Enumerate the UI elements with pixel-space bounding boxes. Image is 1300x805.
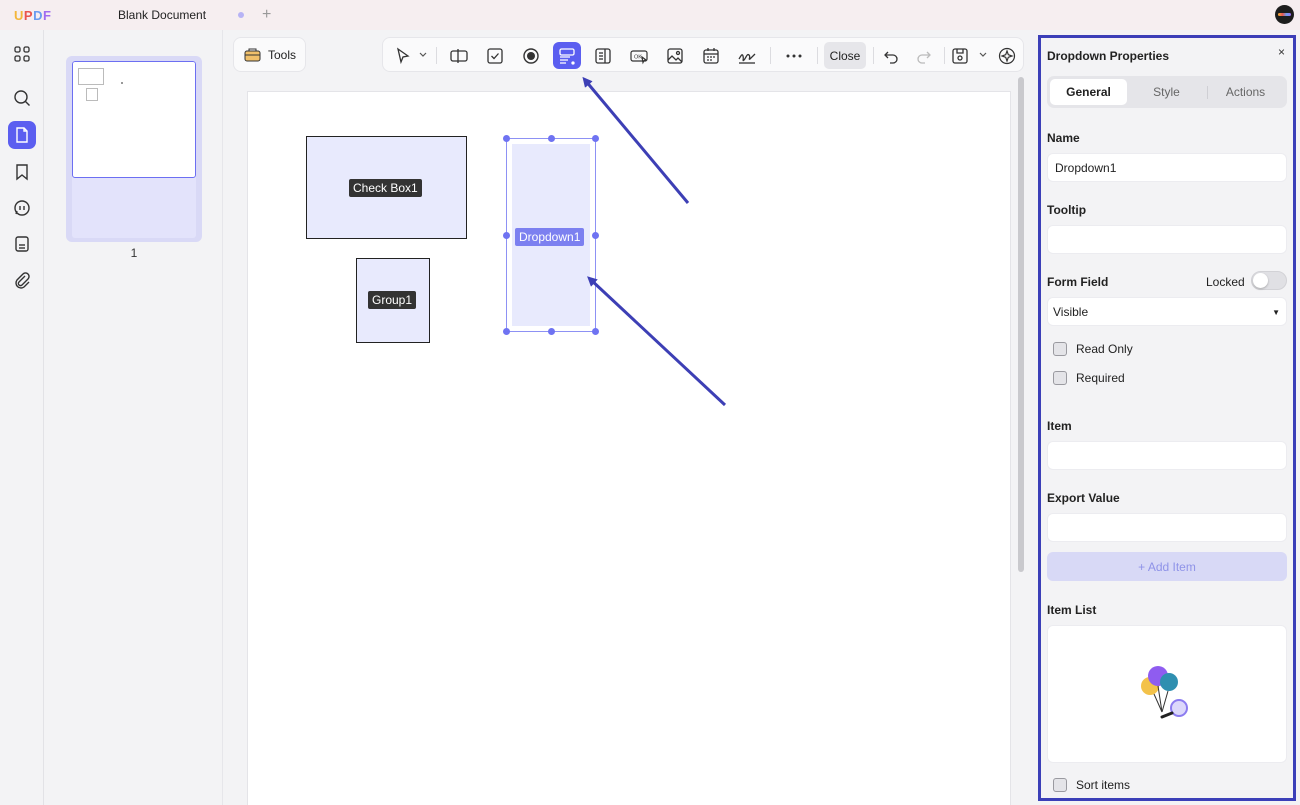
thumbnail-panel: 1 — [45, 30, 223, 805]
form-field-label: Form Field — [1047, 275, 1109, 289]
text-field-icon[interactable] — [445, 42, 473, 69]
user-avatar[interactable] — [1275, 5, 1294, 24]
panel-title: Dropdown Properties — [1047, 49, 1170, 63]
field-label: Check Box1 — [349, 179, 422, 197]
properties-tabs: General Style Actions — [1047, 76, 1287, 108]
vertical-scrollbar[interactable] — [1018, 77, 1024, 572]
close-icon[interactable]: × — [1278, 45, 1285, 59]
thumbnails-grid-icon[interactable] — [8, 40, 36, 68]
toolbox-icon — [244, 48, 261, 62]
form-toolbar: OK Close — [382, 37, 1024, 72]
resize-handle[interactable] — [592, 232, 599, 239]
resize-handle[interactable] — [548, 135, 555, 142]
empty-list-illustration-icon — [1141, 666, 1188, 719]
tooltip-label: Tooltip — [1047, 203, 1087, 217]
resize-handle[interactable] — [592, 328, 599, 335]
read-only-label: Read Only — [1076, 342, 1133, 356]
document-info-icon[interactable] — [8, 230, 36, 258]
resize-handle[interactable] — [592, 135, 599, 142]
item-input[interactable] — [1047, 441, 1287, 470]
tools-button[interactable]: Tools — [233, 37, 306, 72]
page-thumbnail[interactable] — [66, 56, 202, 242]
export-value-input[interactable] — [1047, 513, 1287, 542]
list-box-icon[interactable] — [589, 42, 617, 69]
caret-down-icon: ▼ — [1272, 308, 1280, 317]
read-only-checkbox[interactable] — [1053, 342, 1067, 356]
button-tool-icon[interactable]: OK — [625, 42, 653, 69]
visibility-value: Visible — [1053, 304, 1089, 319]
pdf-page[interactable]: Check Box1 Group1 Dropdown1 — [247, 91, 1011, 805]
new-tab-plus-icon[interactable]: + — [262, 6, 271, 24]
search-icon[interactable] — [8, 84, 36, 112]
pages-icon[interactable] — [8, 121, 36, 149]
required-checkbox[interactable] — [1053, 371, 1067, 385]
sort-items-checkbox[interactable] — [1053, 778, 1067, 792]
required-option[interactable]: Required — [1053, 371, 1125, 385]
dropdown-tool-icon[interactable] — [553, 42, 581, 69]
date-field-icon[interactable] — [697, 42, 725, 69]
resize-handle[interactable] — [503, 135, 510, 142]
radio-button-icon[interactable] — [517, 42, 545, 69]
chevron-down-icon[interactable] — [978, 48, 988, 62]
signature-field-icon[interactable] — [733, 42, 761, 69]
required-label: Required — [1076, 371, 1125, 385]
tooltip-input[interactable] — [1047, 225, 1287, 254]
document-canvas: Check Box1 Group1 Dropdown1 — [224, 30, 1029, 805]
unsaved-dot-icon — [238, 12, 244, 18]
read-only-option[interactable]: Read Only — [1053, 342, 1133, 356]
tab-style[interactable]: Style — [1128, 79, 1205, 105]
add-item-button[interactable]: + Add Item — [1047, 552, 1287, 581]
export-value-label: Export Value — [1047, 491, 1120, 505]
locked-toggle[interactable] — [1251, 271, 1287, 290]
undo-icon[interactable] — [877, 42, 905, 69]
image-field-icon[interactable] — [661, 42, 689, 69]
save-icon[interactable] — [946, 42, 974, 69]
resize-handle[interactable] — [503, 232, 510, 239]
name-input[interactable]: Dropdown1 — [1047, 153, 1287, 182]
item-list-box[interactable] — [1047, 625, 1287, 763]
comments-icon[interactable] — [8, 194, 36, 222]
ai-assistant-icon[interactable] — [993, 42, 1021, 69]
checkbox-tool-icon[interactable] — [481, 42, 509, 69]
close-form-mode-button[interactable]: Close — [824, 42, 866, 69]
sort-items-option[interactable]: Sort items — [1053, 778, 1130, 792]
more-options-icon[interactable] — [780, 42, 808, 69]
checkbox-field[interactable]: Check Box1 — [306, 136, 467, 239]
document-tab-title: Blank Document — [118, 8, 207, 22]
sort-items-label: Sort items — [1076, 778, 1131, 792]
left-rail — [0, 30, 44, 805]
dropdown-field[interactable]: Dropdown1 — [503, 135, 599, 335]
item-list-label: Item List — [1047, 603, 1097, 617]
chevron-down-icon[interactable] — [418, 48, 428, 62]
bookmark-icon[interactable] — [8, 158, 36, 186]
document-tab[interactable]: Blank Document — [102, 0, 282, 30]
visibility-select[interactable]: Visible ▼ — [1047, 297, 1287, 326]
app-logo: UPDF — [14, 8, 52, 23]
dropdown-properties-panel: Dropdown Properties × General Style Acti… — [1038, 35, 1296, 801]
radio-group-field[interactable]: Group1 — [356, 258, 430, 343]
tools-label: Tools — [268, 47, 297, 62]
redo-icon[interactable] — [910, 42, 938, 69]
item-label: Item — [1047, 419, 1072, 433]
resize-handle[interactable] — [548, 328, 555, 335]
svg-text:OK: OK — [634, 54, 642, 60]
locked-label: Locked — [1206, 275, 1245, 289]
field-label: Group1 — [368, 291, 417, 309]
resize-handle[interactable] — [503, 328, 510, 335]
title-bar: UPDF Blank Document + — [0, 0, 1300, 30]
tab-general[interactable]: General — [1050, 79, 1127, 105]
page-number-label: 1 — [130, 246, 138, 260]
select-cursor-icon[interactable] — [389, 42, 417, 69]
tab-actions[interactable]: Actions — [1207, 79, 1284, 105]
attachment-icon[interactable] — [8, 266, 36, 294]
field-label: Dropdown1 — [515, 228, 585, 246]
name-label: Name — [1047, 131, 1080, 145]
